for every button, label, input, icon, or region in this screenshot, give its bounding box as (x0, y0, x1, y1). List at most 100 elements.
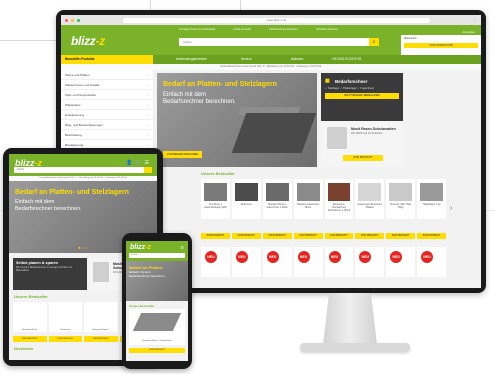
url-bar[interactable]: www.blizz-z.de (123, 17, 430, 23)
browser-chrome: www.blizz-z.de ⋮ (61, 15, 481, 25)
to-product-button[interactable]: ZUM PRODUKT (417, 233, 446, 239)
product-card[interactable]: Aco Rinne 1 Gartendrainage 1000 (201, 179, 230, 219)
new-product-card[interactable]: NEU (293, 247, 323, 277)
sidebar-category[interactable]: Weg- und Beeteinfassungen (61, 120, 153, 130)
main-nav: Baustoffe-Produkte Anwendungsbereiche Se… (61, 55, 481, 64)
product-card[interactable]: Drainrinne (231, 179, 261, 219)
product-card[interactable]: Hauraton Faserbeton Rinne (293, 179, 323, 219)
phone-search-input[interactable]: Suche (129, 253, 185, 258)
usp-item: Profibroschüre anfordern (269, 28, 298, 31)
to-product-button[interactable]: ZUM PRODUKT (13, 336, 47, 342)
to-product-button[interactable]: ZUM PRODUKT (84, 336, 118, 342)
product-card[interactable]: Bausystem Überdachung Stahlrahmen 1 Stüc… (324, 179, 354, 219)
hero-banner[interactable]: Bedarf an Platten- und Stelzlagern Einfa… (157, 73, 317, 167)
new-product-card[interactable]: NEU (417, 247, 446, 277)
to-product-button[interactable]: ZUM PRODUKT (262, 233, 292, 239)
phone-product-card[interactable]: Hauraton Rinne 1 Gartenrinne (129, 309, 185, 345)
new-product-card[interactable]: NEU (355, 247, 385, 277)
close-dot-icon[interactable] (65, 18, 68, 22)
bestseller-title: Unsere Bestseller (201, 171, 235, 176)
new-badge: NEU (235, 251, 248, 263)
product-image (327, 183, 351, 201)
phone-hero-banner[interactable]: Bedarf an Platten- Einfach mit dem Bedar… (126, 261, 188, 301)
to-cart-button[interactable]: ZUM WARENKORB (404, 43, 478, 48)
tablet-product-card[interactable]: Hauraton Rinne (13, 302, 47, 332)
new-product-card[interactable]: NEU (201, 247, 230, 277)
tablet-product-card[interactable]: Drainrinne (48, 302, 82, 332)
tablet-new-title: Neuheiten (14, 346, 34, 351)
to-product-button[interactable]: ZUM PRODUKT (355, 233, 385, 239)
phone-product-button[interactable]: ZUM PRODUKT (129, 348, 185, 353)
product-image (296, 183, 320, 201)
product-name: Premium Split Trass 25kg (389, 203, 412, 209)
products-menu[interactable]: Baustoffe-Produkte (61, 55, 153, 64)
sidebar-category[interactable]: Steine und Platten (61, 70, 153, 80)
hero-subtitle: Einfach mit dem Bedarfsrechner berechnen… (163, 92, 236, 105)
phone-bestseller-title: Unsere Bestseller (129, 304, 155, 308)
phone-header: blizz-z ☰ Suche (126, 241, 188, 261)
search-input[interactable]: Suche ⌕ (179, 38, 379, 46)
to-product-button[interactable]: ZUM PRODUKT (324, 233, 354, 239)
phone-screen: blizz-z ☰ Suche Bedarf an Platten- Einfa… (126, 241, 188, 361)
product-image (132, 313, 182, 331)
new-badge: NEU (421, 251, 434, 263)
new-badge: NEU (359, 251, 372, 263)
browser-menu-icon[interactable]: ⋮ (473, 18, 477, 23)
sidebar-category[interactable]: Wasserrinnen und Kanäle (61, 80, 153, 90)
search-icon[interactable]: ⌕ (369, 38, 379, 46)
product-name: Hauraton Rinne 1 Gartenrinne 1 Meter (266, 203, 288, 209)
nav-item-phone[interactable]: +49 0002 01/2219 99 (331, 55, 361, 64)
search-placeholder: Suche (183, 40, 192, 44)
sidebar-category[interactable]: Split- und Kiesprodukte (61, 90, 153, 100)
search-icon[interactable] (144, 167, 152, 173)
account-link[interactable]: Anmelden (462, 30, 475, 34)
usp-item: Günstige Preise im Fachhandel (179, 28, 216, 31)
sidebar-category[interactable]: Entwässerung (61, 110, 153, 120)
new-product-card[interactable]: NEU (324, 247, 354, 277)
product-image (420, 183, 443, 201)
minimize-dot-icon[interactable] (71, 18, 74, 22)
background-line (240, 0, 241, 10)
promo-card-button[interactable]: ZUM PRODUKT (343, 155, 383, 161)
menu-icon: ☰ (144, 160, 152, 166)
maximize-dot-icon[interactable] (77, 18, 80, 22)
monitor-stand (323, 293, 377, 345)
calculate-button[interactable]: JETZT BEDARF BERECHNEN (325, 93, 399, 99)
new-product-card[interactable]: NEU (386, 247, 416, 277)
tablet-header-icons[interactable]: 👤🛒☰ (126, 160, 152, 166)
tablet-search-input[interactable]: Suche (14, 167, 152, 173)
tablet-hero-subtitle: Einfach mit dem Bedarfsrechner berechnen… (15, 199, 82, 212)
tablet-hero-title: Bedarf an Platten- und Stelzlagern (15, 189, 129, 196)
chevron-right-icon[interactable]: › (450, 205, 452, 212)
tablet-bestseller-title: Unsere Bestseller (14, 294, 48, 299)
site-logo[interactable]: blizz-z (71, 34, 105, 48)
product-card[interactable]: Hartpflaster 1 kg (417, 179, 446, 219)
new-badge: NEU (390, 251, 403, 263)
phone-logo[interactable]: blizz-z (130, 244, 151, 251)
tablet-product-card[interactable]: Hauraton Rinne 1 (84, 302, 118, 332)
phone-menu-icon[interactable]: ☰ (180, 245, 185, 250)
to-product-button[interactable]: ZUM PRODUKT (293, 233, 323, 239)
cart-icon: 🛒 (135, 160, 145, 166)
product-card[interactable]: Hauraton Rinne 1 Gartenrinne 1 Meter (262, 179, 292, 219)
nav-item-service[interactable]: Service (241, 55, 252, 64)
product-bag-image (93, 262, 109, 282)
tablet-promo-planning[interactable]: Selbst planen & sparen Mit unserem Bedar… (13, 258, 87, 290)
to-product-button[interactable]: ZUM PRODUKT (201, 233, 230, 239)
product-name: Hartpflaster 1 kg (422, 203, 441, 206)
new-product-card[interactable]: NEU (231, 247, 261, 277)
new-product-card[interactable]: NEU (262, 247, 292, 277)
sidebar-category[interactable]: Pflasterkies (61, 100, 153, 110)
product-card[interactable]: Kantenstein Betonstein Pflaster (355, 179, 385, 219)
cart-dropdown[interactable]: Warenkorb ZUM WARENKORB (401, 35, 481, 55)
nav-item-actions[interactable]: Aktionen (291, 55, 303, 64)
product-card[interactable]: Premium Split Trass 25kg (386, 179, 416, 219)
product-name: Drainrinne (240, 203, 252, 206)
to-product-button[interactable]: ZUM PRODUKT (48, 336, 82, 342)
to-product-button[interactable]: ZUM PRODUKT (231, 233, 261, 239)
sidebar-category[interactable]: Beschattung (61, 130, 153, 140)
nav-item-applications[interactable]: Anwendungsbereiche (176, 55, 207, 64)
hero-button[interactable]: ZUM BEDARFSRECHNER (163, 151, 203, 158)
to-product-button[interactable]: ZUM PRODUKT (386, 233, 416, 239)
promo-card[interactable]: Mosit Rasen-Schutzmatten DN 100/3 und 13… (321, 121, 403, 167)
